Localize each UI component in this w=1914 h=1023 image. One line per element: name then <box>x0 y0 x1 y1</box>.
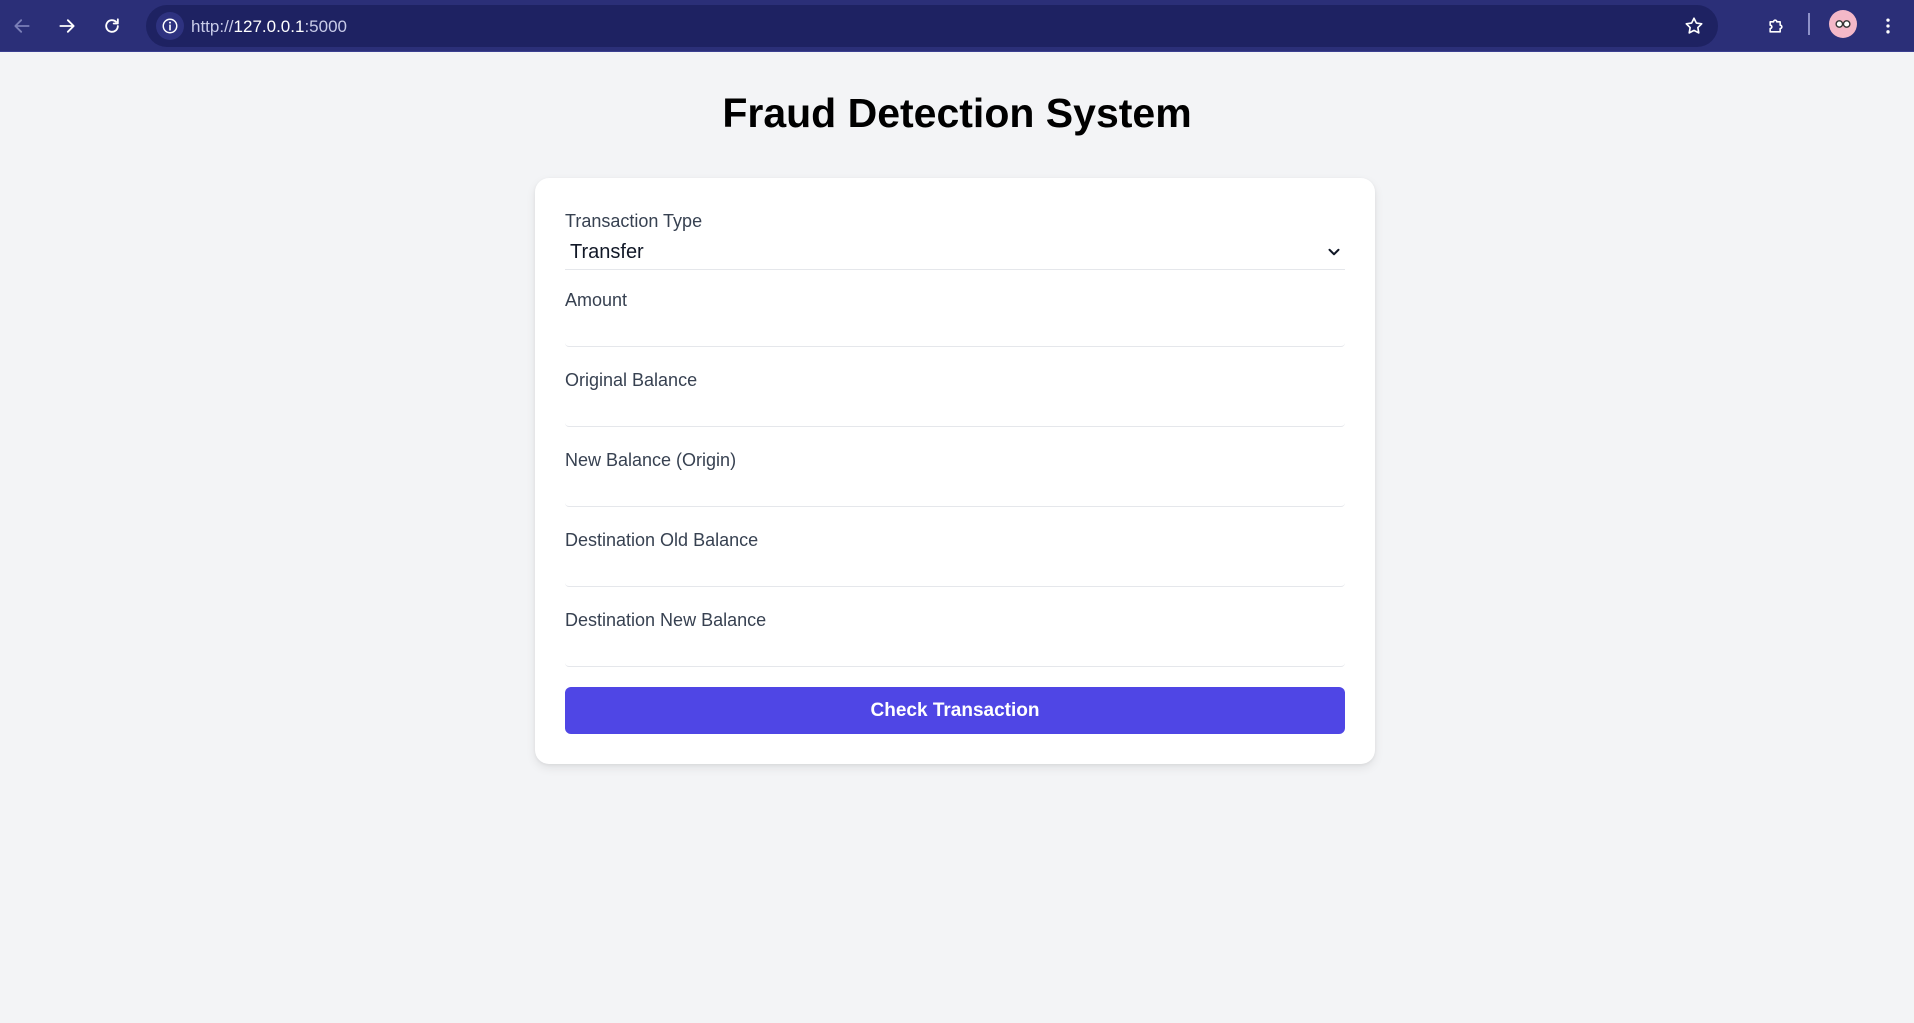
reload-icon <box>105 18 119 33</box>
reload-button[interactable] <box>95 9 129 43</box>
profile-avatar[interactable] <box>1829 10 1857 38</box>
arrow-right-icon <box>59 19 75 33</box>
chevron-down-icon <box>1328 248 1340 256</box>
amount-label: Amount <box>565 290 628 310</box>
toolbar-divider <box>1808 13 1810 35</box>
kebab-menu-icon <box>1886 18 1890 34</box>
amount-input[interactable] <box>565 313 1345 347</box>
transaction-type-label: Transaction Type <box>565 211 703 231</box>
star-icon <box>1685 17 1703 34</box>
url-scheme: http:// <box>191 17 234 36</box>
back-button[interactable] <box>5 9 39 43</box>
transaction-type-select[interactable]: Transfer <box>565 236 1345 270</box>
original-balance-input[interactable] <box>565 393 1345 427</box>
destination-old-balance-input[interactable] <box>565 553 1345 587</box>
check-transaction-button[interactable]: Check Transaction <box>565 687 1345 734</box>
new-balance-origin-label: New Balance (Origin) <box>565 450 737 470</box>
avatar-icon <box>1835 20 1851 28</box>
browser-toolbar: http://127.0.0.1:5000 <box>0 0 1914 52</box>
destination-old-balance-label: Destination Old Balance <box>565 530 759 550</box>
destination-new-balance-input[interactable] <box>565 633 1345 667</box>
browser-menu-button[interactable] <box>1871 9 1905 43</box>
site-info-button[interactable] <box>156 12 184 40</box>
new-balance-origin-input[interactable] <box>565 473 1345 507</box>
destination-new-balance-label: Destination New Balance <box>565 610 767 630</box>
url-host: 127.0.0.1 <box>233 17 305 36</box>
page-title: Fraud Detection System <box>722 90 1192 136</box>
url-port: :5000 <box>304 17 347 36</box>
info-icon <box>162 18 178 34</box>
arrow-left-icon <box>14 19 30 33</box>
transaction-type-selected: Transfer <box>570 241 644 263</box>
original-balance-label: Original Balance <box>565 370 698 390</box>
extensions-button[interactable] <box>1759 9 1793 43</box>
url-text[interactable]: http://127.0.0.1:5000 <box>191 17 347 37</box>
bookmark-button[interactable] <box>1682 14 1706 38</box>
transaction-form-card: Transaction Type Transfer Amount Origina… <box>535 178 1375 764</box>
forward-button[interactable] <box>50 9 84 43</box>
puzzle-icon <box>1769 19 1783 33</box>
address-bar[interactable]: http://127.0.0.1:5000 <box>146 5 1718 47</box>
